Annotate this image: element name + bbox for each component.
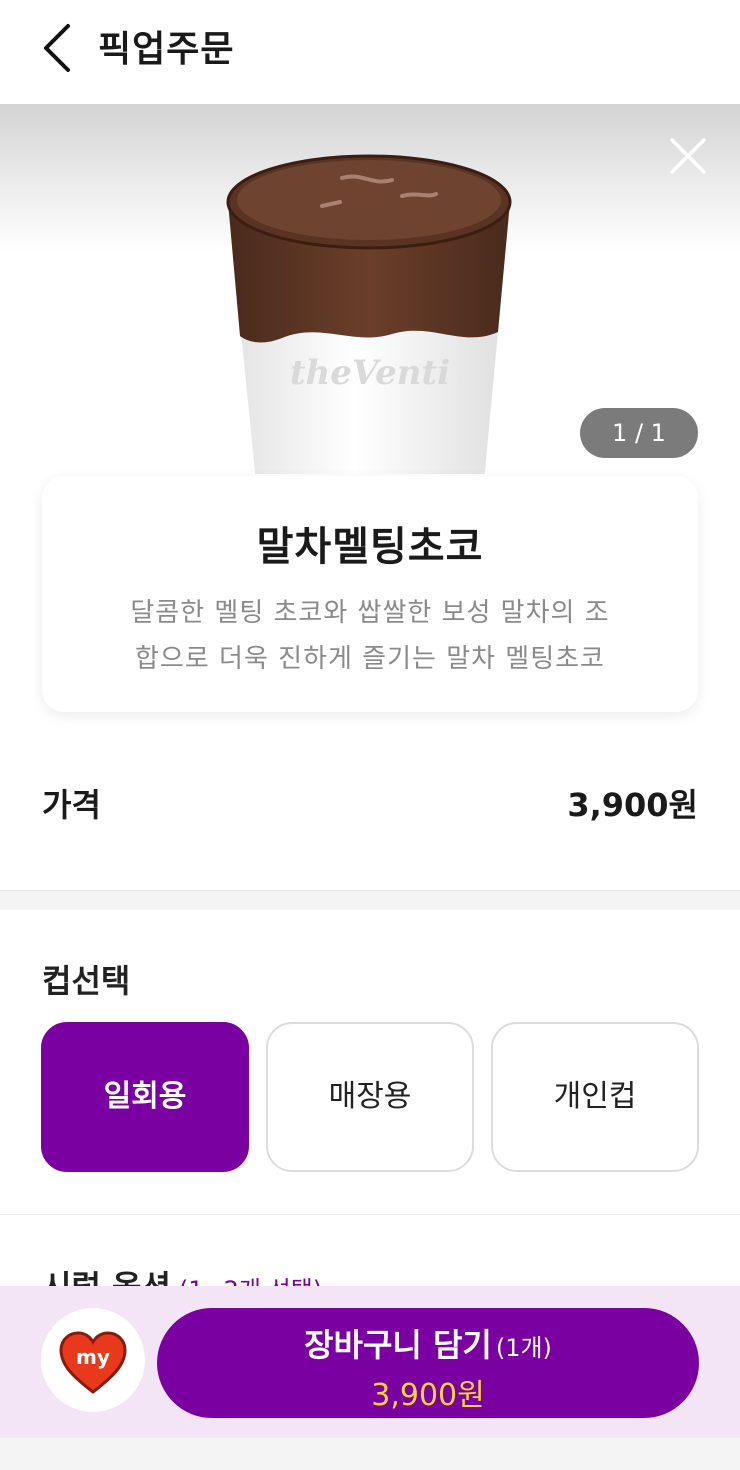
close-icon [670,138,706,174]
cup-option-personal[interactable]: 개인컵 [491,1022,699,1172]
cup-option-store[interactable]: 매장용 [266,1022,474,1172]
product-name: 말차멜팅초코 [256,524,484,570]
cup-option-disposable[interactable]: 일회용 [41,1022,249,1172]
heart-my-icon: my [59,1331,127,1394]
add-to-cart-button[interactable]: 장바구니 담기 (1개) 3,900원 [157,1308,699,1418]
product-info-card: 말차멜팅초코 달콤한 멜팅 초코와 쌉쌀한 보성 말차의 조 합으로 더욱 진하… [42,476,698,712]
bottom-action-bar: my 장바구니 담기 (1개) 3,900원 [0,1286,740,1438]
cart-label: 장바구니 담기 [304,1326,492,1364]
app-header: 픽업주문 [0,0,740,104]
drink-cup-image: theVenti [226,154,512,474]
page-title: 픽업주문 [98,29,235,70]
cart-button-label: 장바구니 담기 (1개) [157,1320,699,1366]
cart-count: (1개) [495,1334,552,1362]
bottom-safe-area [0,1438,740,1470]
cup-select-title: 컵선택 [42,962,131,1000]
section-divider [0,890,740,910]
price-label: 가격 [42,786,101,824]
price-value: 3,900원 [567,786,698,824]
cart-price: 3,900원 [371,1378,485,1413]
my-favorite-button[interactable]: my [41,1308,145,1412]
section-divider [0,1214,740,1215]
svg-text:theVenti: theVenti [290,353,450,393]
product-description-line: 달콤한 멜팅 초코와 쌉쌀한 보성 말차의 조 [130,598,610,628]
price-row: 가격 3,900원 [42,776,698,832]
image-page-indicator: 1 / 1 [580,408,698,458]
product-description: 달콤한 멜팅 초코와 쌉쌀한 보성 말차의 조 합으로 더욱 진하게 즐기는 말… [78,590,662,682]
chevron-left-icon [44,24,70,72]
cup-select-options: 일회용 매장용 개인컵 [41,1022,699,1172]
back-button[interactable] [38,22,82,74]
product-description-line: 합으로 더욱 진하게 즐기는 말차 멜팅초코 [135,644,605,674]
svg-text:my: my [76,1345,110,1369]
close-button[interactable] [664,132,712,180]
